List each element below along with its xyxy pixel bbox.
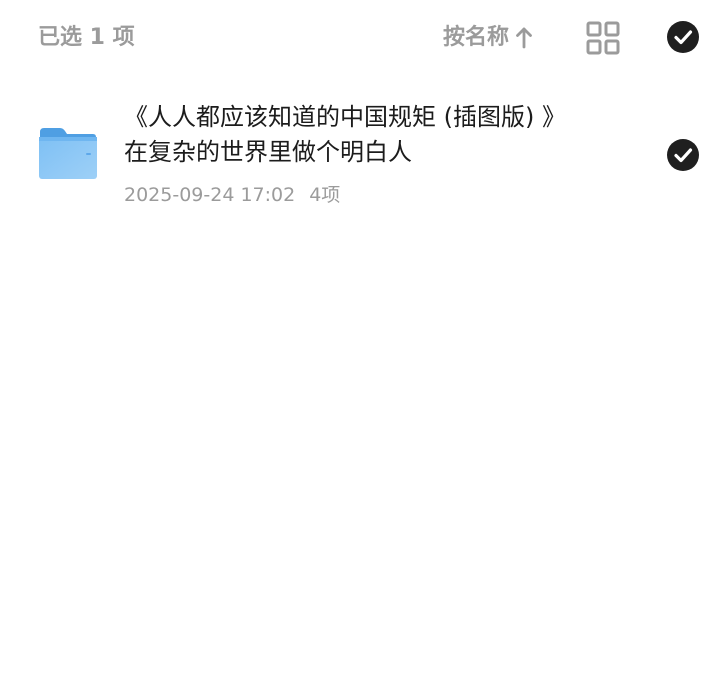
file-list: 《人人都应该知道的中国规矩 (插图版) 》 在复杂的世界里做个明白人 2025-… [0,90,714,220]
selected-count-label: 已选 1 项 [38,25,135,50]
file-item-count: 4项 [309,184,341,206]
check-circle-icon [674,30,693,45]
file-selection-screen: 已选 1 项 按名称 《人人都应该知道的中国规矩 (插图版) 》 在复杂的世界里… [0,0,714,691]
select-all-checkbox[interactable] [667,21,699,53]
check-circle-icon [674,148,693,163]
grid-view-icon[interactable] [586,21,620,55]
file-title-line1: 《人人都应该知道的中国规矩 (插图版) 》 [124,103,566,131]
sort-by-name-button[interactable]: 按名称 [443,22,533,54]
file-meta: 2025-09-24 17:02 4项 [124,182,340,208]
file-title-line2: 在复杂的世界里做个明白人 [124,138,412,166]
sort-label: 按名称 [443,25,510,50]
file-date: 2025-09-24 17:02 [124,184,296,206]
arrow-up-icon [515,27,533,49]
selection-header: 已选 1 项 按名称 [0,0,714,76]
item-checkbox[interactable] [667,139,699,171]
folder-icon [38,126,98,180]
file-title: 《人人都应该知道的中国规矩 (插图版) 》 在复杂的世界里做个明白人 [124,100,644,170]
list-item[interactable]: 《人人都应该知道的中国规矩 (插图版) 》 在复杂的世界里做个明白人 2025-… [0,90,714,220]
